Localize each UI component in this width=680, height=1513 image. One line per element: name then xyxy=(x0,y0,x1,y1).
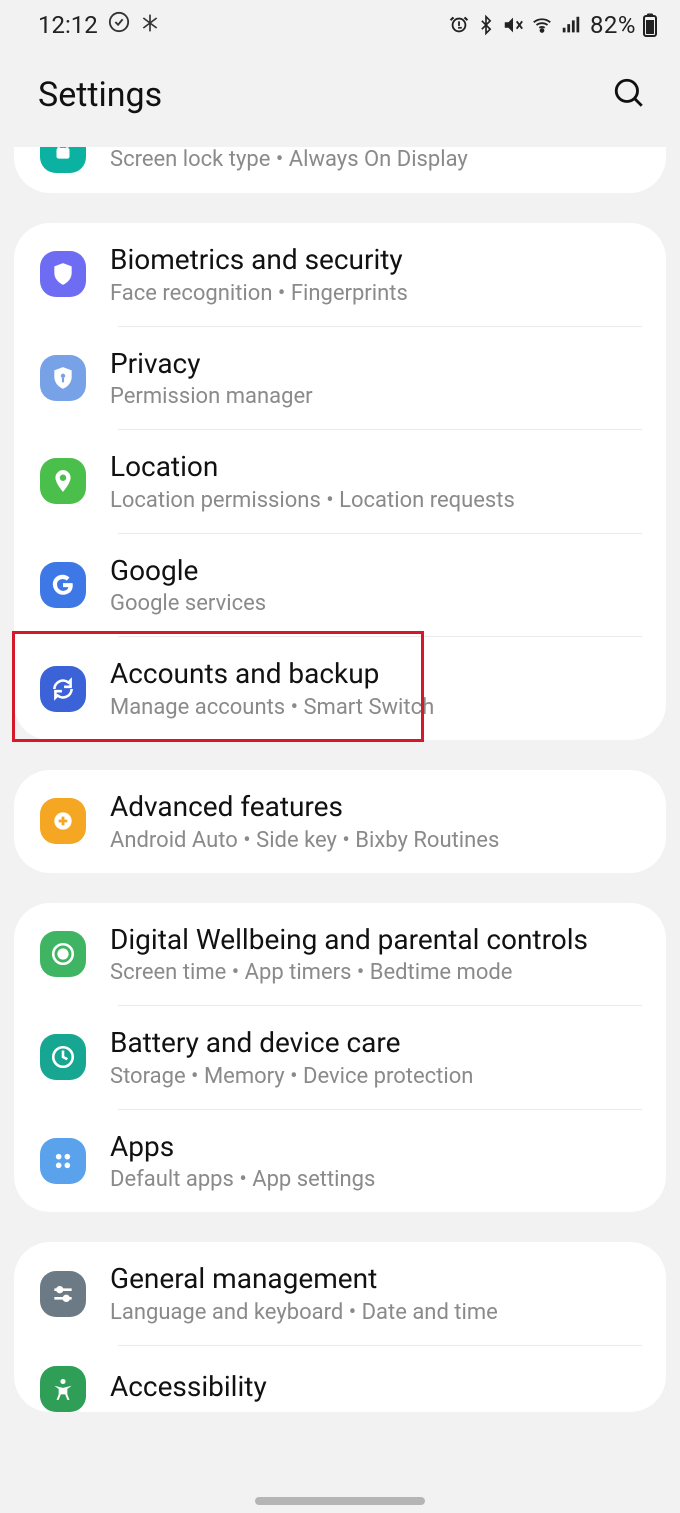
item-subtitle: Storage • Memory • Device protection xyxy=(110,1064,642,1089)
item-subtitle: Manage accounts • Smart Switch xyxy=(110,695,642,720)
status-right: 82% xyxy=(448,11,658,39)
item-body: Location Location permissions • Location … xyxy=(110,450,642,513)
a11y-icon xyxy=(40,1366,86,1412)
settings-item-accessibility[interactable]: Accessibility xyxy=(14,1346,666,1412)
item-body: Biometrics and security Face recognition … xyxy=(110,243,642,306)
settings-item-lockscreen[interactable]: Screen lock type • Always On Display xyxy=(14,147,666,193)
settings-item-google[interactable]: Google Google services xyxy=(14,534,666,637)
settings-item-privacy[interactable]: Privacy Permission manager xyxy=(14,327,666,430)
shield-icon xyxy=(40,251,86,297)
item-body: Digital Wellbeing and parental controls S… xyxy=(110,923,642,986)
mute-icon xyxy=(502,14,524,36)
item-body: Battery and device care Storage • Memory … xyxy=(110,1026,642,1089)
settings-item-battery-care[interactable]: Battery and device care Storage • Memory … xyxy=(14,1006,666,1109)
item-body: Accounts and backup Manage accounts • Sma… xyxy=(110,657,642,720)
item-body: Apps Default apps • App settings xyxy=(110,1130,642,1193)
sliders-icon xyxy=(40,1271,86,1317)
lock-icon xyxy=(40,147,86,173)
item-body: General management Language and keyboard … xyxy=(110,1262,642,1325)
status-time: 12:12 xyxy=(38,11,98,39)
status-left: 12:12 xyxy=(38,11,160,39)
pin-icon xyxy=(40,458,86,504)
wifi-icon xyxy=(530,14,554,36)
item-subtitle: Permission manager xyxy=(110,384,642,409)
status-check-icon xyxy=(108,11,130,39)
battery-icon xyxy=(642,13,658,37)
item-subtitle: Default apps • App settings xyxy=(110,1167,642,1192)
settings-item-general-management[interactable]: General management Language and keyboard … xyxy=(14,1242,666,1345)
item-title: Biometrics and security xyxy=(110,243,642,277)
search-icon xyxy=(612,98,646,113)
item-title: Accounts and backup xyxy=(110,657,642,691)
app-header: Settings xyxy=(0,50,680,147)
settings-item-location[interactable]: Location Location permissions • Location … xyxy=(14,430,666,533)
google-icon xyxy=(40,562,86,608)
privacy-icon xyxy=(40,355,86,401)
item-title: Privacy xyxy=(110,347,642,381)
settings-item-apps[interactable]: Apps Default apps • App settings xyxy=(14,1110,666,1213)
item-title: Battery and device care xyxy=(110,1026,642,1060)
page-title: Settings xyxy=(38,75,162,115)
item-subtitle: Android Auto • Side key • Bixby Routines xyxy=(110,828,642,853)
item-title: General management xyxy=(110,1262,642,1296)
wellbeing-icon xyxy=(40,931,86,977)
item-title: Accessibility xyxy=(110,1370,642,1404)
gear-plus-icon xyxy=(40,798,86,844)
item-subtitle: Location permissions • Location requests xyxy=(110,488,642,513)
item-body: Advanced features Android Auto • Side key… xyxy=(110,790,642,853)
item-body: Accessibility xyxy=(110,1370,642,1408)
item-title: Digital Wellbeing and parental controls xyxy=(110,923,642,957)
settings-list: Screen lock type • Always On Display Biom… xyxy=(0,147,680,1412)
settings-item-advanced-features[interactable]: Advanced features Android Auto • Side key… xyxy=(14,770,666,873)
item-body: Privacy Permission manager xyxy=(110,347,642,410)
settings-item-digital-wellbeing[interactable]: Digital Wellbeing and parental controls S… xyxy=(14,903,666,1006)
nav-handle[interactable] xyxy=(255,1497,425,1505)
item-title: Apps xyxy=(110,1130,642,1164)
item-title: Advanced features xyxy=(110,790,642,824)
alarm-icon xyxy=(448,14,470,36)
apps-icon xyxy=(40,1138,86,1184)
bluetooth-icon xyxy=(476,14,496,36)
item-subtitle: Screen lock type • Always On Display xyxy=(110,147,642,172)
settings-item-accounts-backup[interactable]: Accounts and backup Manage accounts • Sma… xyxy=(14,637,666,740)
status-snowflake-icon xyxy=(140,11,160,39)
settings-item-biometrics[interactable]: Biometrics and security Face recognition … xyxy=(14,223,666,326)
item-title: Google xyxy=(110,554,642,588)
care-icon xyxy=(40,1034,86,1080)
settings-group: Biometrics and security Face recognition … xyxy=(14,223,666,740)
settings-group: Screen lock type • Always On Display xyxy=(14,147,666,193)
signal-icon xyxy=(560,14,582,36)
item-subtitle: Language and keyboard • Date and time xyxy=(110,1300,642,1325)
sync-icon xyxy=(40,666,86,712)
item-subtitle: Google services xyxy=(110,591,642,616)
status-bar: 12:12 82% xyxy=(0,0,680,50)
settings-group: General management Language and keyboard … xyxy=(14,1242,666,1412)
item-subtitle: Screen time • App timers • Bedtime mode xyxy=(110,960,642,985)
item-subtitle: Face recognition • Fingerprints xyxy=(110,281,642,306)
settings-group: Advanced features Android Auto • Side key… xyxy=(14,770,666,873)
search-button[interactable] xyxy=(608,72,650,117)
settings-group: Digital Wellbeing and parental controls S… xyxy=(14,903,666,1213)
item-body: Google Google services xyxy=(110,554,642,617)
battery-percent: 82% xyxy=(590,11,636,39)
item-body: Screen lock type • Always On Display xyxy=(110,147,642,172)
item-title: Location xyxy=(110,450,642,484)
